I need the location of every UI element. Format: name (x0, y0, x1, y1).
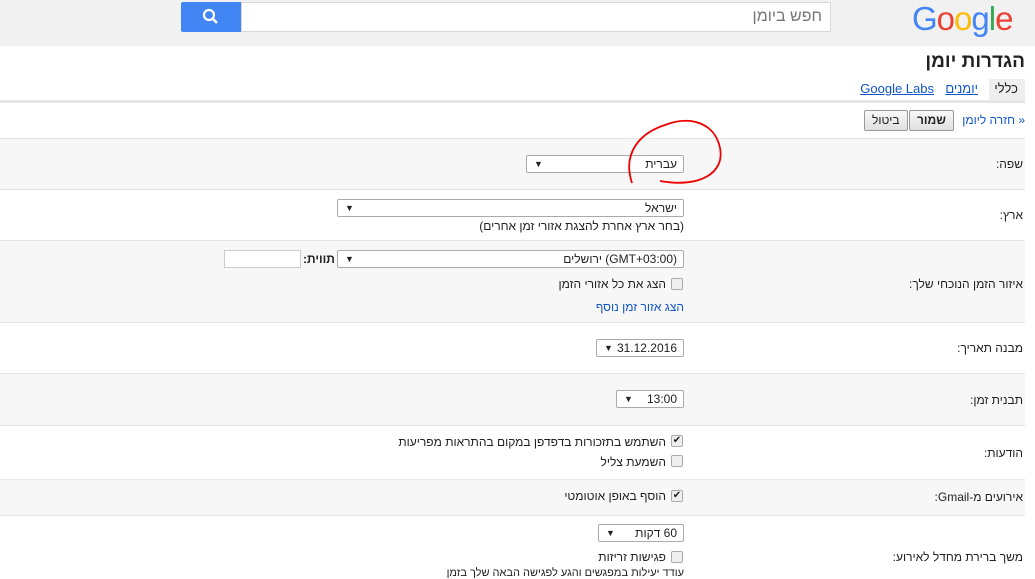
row-gmail (0, 479, 1025, 515)
dropdown-arrow-icon: ▼ (606, 528, 615, 538)
show-all-timezones-label: הצג את כל אזורי הזמן (558, 277, 666, 291)
default-duration-label: משך ברירת מחדל לאירוע: (892, 550, 1023, 564)
time-format-label: תבנית זמן: (970, 393, 1023, 407)
tab-google-labs[interactable]: Google Labs (853, 79, 941, 101)
time-format-select[interactable]: 13:00 ▼ (616, 390, 684, 408)
row-date-format (0, 322, 1025, 373)
time-format-value: 13:00 (646, 392, 677, 406)
default-duration-select[interactable]: 60 דקות ▼ (598, 524, 684, 542)
speedy-meetings-hint: עודד יעילות במפגשים והגע לפגישה הבאה שלך… (446, 567, 684, 579)
country-hint: (בחר ארץ אחרת להצגת אזורי זמן אחרים) (479, 219, 684, 233)
date-format-select[interactable]: 31.12.2016 ▼ (596, 339, 684, 357)
timezone-tag-input[interactable] (224, 250, 301, 268)
save-button[interactable]: שמור (909, 110, 954, 131)
google-logo[interactable]: Google (912, 0, 1013, 38)
show-all-timezones-checkbox[interactable] (671, 278, 683, 290)
row-time-format (0, 373, 1025, 425)
search-input[interactable] (241, 2, 831, 32)
sound-checkbox[interactable] (671, 455, 683, 467)
search-button[interactable] (181, 2, 241, 32)
sound-label: השמעת צליל (600, 455, 666, 469)
gmail-events-label: אירועים מ-Gmail: (934, 490, 1023, 504)
red-annotation-circle (628, 120, 722, 184)
notifications-label: הודעות: (983, 446, 1023, 460)
dropdown-arrow-icon: ▼ (345, 203, 354, 213)
country-label: ארץ: (999, 208, 1023, 222)
tab-divider (0, 100, 1025, 103)
cancel-button[interactable]: ביטול (864, 110, 908, 131)
country-select[interactable]: ישראל ▼ (337, 199, 684, 217)
page-title: הגדרות יומן (925, 51, 1025, 72)
dropdown-arrow-icon: ▼ (534, 159, 543, 169)
search-icon (202, 8, 218, 24)
speedy-meetings-checkbox[interactable] (671, 551, 683, 563)
gmail-auto-add-checkbox[interactable]: ✔ (671, 490, 683, 502)
date-format-value: 31.12.2016 (616, 341, 677, 355)
tab-calendars[interactable]: יומנים (938, 79, 985, 101)
dropdown-arrow-icon: ▼ (604, 343, 613, 353)
country-value: ישראל (645, 201, 677, 215)
dropdown-arrow-icon: ▼ (624, 394, 633, 404)
row-language (0, 138, 1025, 189)
timezone-select[interactable]: (GMT+03:00) ירושלים ▼ (337, 250, 684, 268)
timezone-value: (GMT+03:00) ירושלים (563, 252, 677, 266)
tab-general[interactable]: כללי (989, 79, 1025, 101)
add-timezone-link[interactable]: הצג אזור זמן נוסף (596, 300, 684, 314)
language-label: שפה: (995, 157, 1023, 171)
speedy-meetings-label: פגישות זריזות (598, 550, 666, 564)
default-duration-value: 60 דקות (635, 526, 677, 540)
browser-reminders-label: השתמש בתזכורות בדפדפן במקום בהתראות מפרי… (398, 435, 666, 449)
timezone-tag-label: תווית: (303, 252, 335, 266)
date-format-label: מבנה תאריך: (957, 341, 1023, 355)
gmail-auto-add-label: הוסף באופן אוטומטי (564, 489, 666, 503)
dropdown-arrow-icon: ▼ (345, 254, 354, 264)
timezone-label: איזור הזמן הנוכחי שלך: (909, 277, 1023, 291)
row-notifications (0, 425, 1025, 479)
browser-reminders-checkbox[interactable]: ✔ (671, 435, 683, 447)
back-to-calendar-link[interactable]: « חזרה ליומן (962, 113, 1025, 127)
